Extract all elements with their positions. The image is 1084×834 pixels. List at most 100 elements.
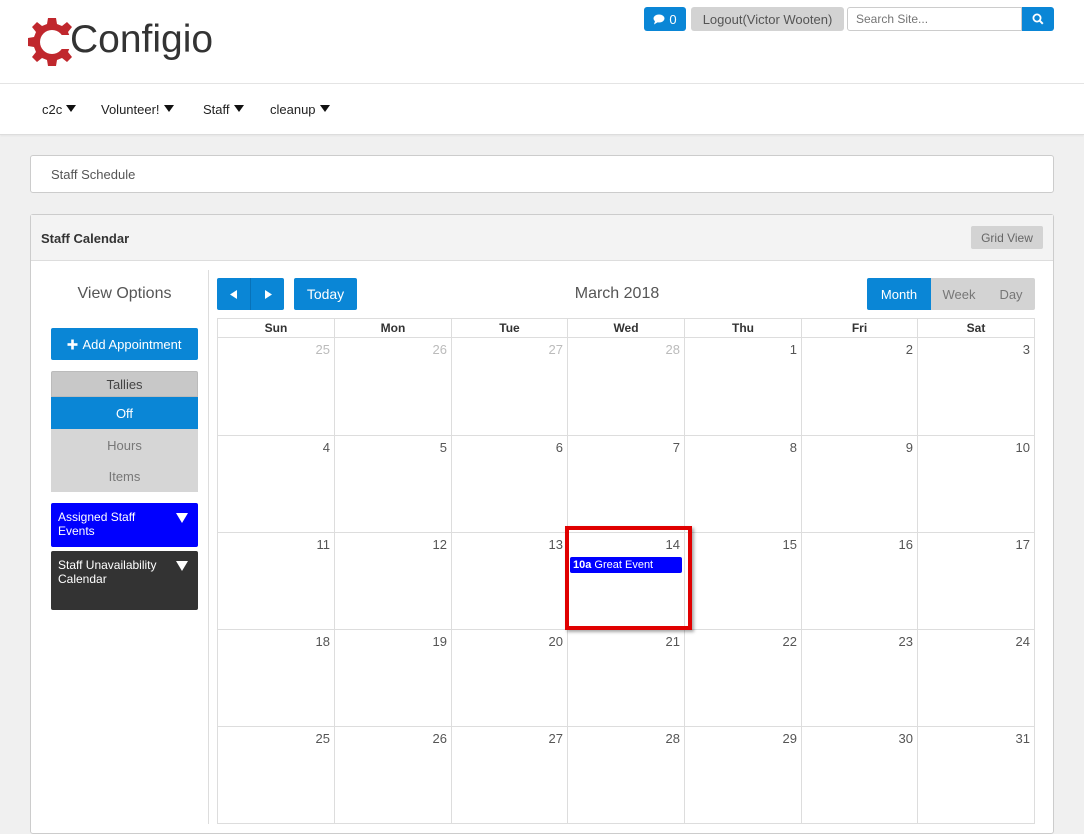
day-cell[interactable]: 1	[685, 338, 802, 436]
view-month-button[interactable]: Month	[867, 278, 931, 310]
day-number: 5	[439, 440, 447, 455]
legend-assigned-staff-events[interactable]: Assigned Staff Events	[51, 503, 198, 547]
day-number: 4	[322, 440, 330, 455]
messages-count: 0	[669, 11, 677, 27]
day-cell[interactable]: 9	[802, 436, 918, 533]
day-cell[interactable]: 3	[918, 338, 1035, 436]
day-number: 7	[672, 440, 680, 455]
weekday-header-sun: Sun	[218, 319, 335, 338]
day-cell[interactable]: 15	[685, 533, 802, 630]
view-day-button[interactable]: Day	[987, 278, 1035, 310]
day-number: 13	[548, 537, 563, 552]
caret-down-icon	[66, 105, 77, 112]
day-cell[interactable]: 18	[218, 630, 335, 727]
day-cell[interactable]: 6	[452, 436, 568, 533]
day-number: 31	[1015, 731, 1030, 746]
grid-view-button[interactable]: Grid View	[971, 226, 1043, 249]
day-cell[interactable]: 29	[685, 727, 802, 824]
legend-label: Assigned Staff Events	[58, 510, 136, 538]
day-cell[interactable]: 7	[568, 436, 685, 533]
today-button[interactable]: Today	[294, 278, 357, 310]
day-cell[interactable]: 25	[218, 338, 335, 436]
day-cell[interactable]: 11	[218, 533, 335, 630]
day-cell[interactable]: 21	[568, 630, 685, 727]
day-number: 25	[315, 342, 330, 357]
day-cell[interactable]: 8	[685, 436, 802, 533]
day-cell[interactable]: 24	[918, 630, 1035, 727]
day-cell[interactable]: 22	[685, 630, 802, 727]
plus-icon	[67, 339, 78, 349]
day-cell[interactable]: 10	[918, 436, 1035, 533]
triangle-down-icon	[176, 513, 188, 523]
next-month-button[interactable]	[251, 278, 284, 310]
day-number: 27	[548, 731, 563, 746]
breadcrumb: Staff Schedule	[30, 155, 1054, 193]
day-number: 24	[1015, 634, 1030, 649]
day-number: 25	[315, 731, 330, 746]
day-number: 22	[782, 634, 797, 649]
day-cell[interactable]: 30	[802, 727, 918, 824]
day-cell[interactable]: 28	[568, 727, 685, 824]
view-week-button[interactable]: Week	[931, 278, 987, 310]
day-cell[interactable]: 19	[335, 630, 452, 727]
logout-button[interactable]: Logout(Victor Wooten)	[691, 7, 844, 31]
day-cell[interactable]: 27	[452, 338, 568, 436]
nav-item-staff[interactable]: Staff	[203, 102, 244, 117]
triangle-down-icon	[176, 561, 188, 571]
day-cell[interactable]: 16	[802, 533, 918, 630]
day-cell[interactable]: 20	[452, 630, 568, 727]
day-cell[interactable]: 12	[335, 533, 452, 630]
weekday-header-sat: Sat	[918, 319, 1035, 338]
site-header: Configio 0 Logout(Victor Wooten)	[0, 0, 1084, 84]
legend-label: Staff Unavailability Calendar	[58, 558, 157, 586]
prev-month-button[interactable]	[217, 278, 250, 310]
nav-item-c2c[interactable]: c2c	[42, 102, 77, 117]
weekday-header-thu: Thu	[685, 319, 802, 338]
day-number: 27	[548, 342, 563, 357]
messages-button[interactable]: 0	[644, 7, 686, 31]
tally-option-hours[interactable]: Hours	[51, 429, 198, 461]
day-number: 9	[905, 440, 913, 455]
day-cell[interactable]: 25	[218, 727, 335, 824]
main-nav: c2c Volunteer! Staff cleanup	[0, 84, 1084, 135]
tally-option-off[interactable]: Off	[51, 397, 198, 429]
search-input[interactable]	[847, 7, 1022, 31]
day-cell[interactable]: 17	[918, 533, 1035, 630]
day-cell[interactable]: 26	[335, 338, 452, 436]
day-number: 8	[789, 440, 797, 455]
day-number: 28	[665, 342, 680, 357]
day-cell[interactable]: 13	[452, 533, 568, 630]
day-number: 20	[548, 634, 563, 649]
legend-staff-unavailability[interactable]: Staff Unavailability Calendar	[51, 551, 198, 610]
day-cell[interactable]: 5	[335, 436, 452, 533]
day-cell[interactable]: 28	[568, 338, 685, 436]
nav-item-label: Staff	[203, 102, 230, 117]
day-cell[interactable]: 4	[218, 436, 335, 533]
prev-next-group	[217, 278, 284, 310]
day-number: 3	[1022, 342, 1030, 357]
nav-item-volunteer[interactable]: Volunteer!	[101, 102, 174, 117]
day-cell[interactable]: 27	[452, 727, 568, 824]
day-cell[interactable]: 26	[335, 727, 452, 824]
nav-item-label: c2c	[42, 102, 63, 117]
search-icon	[1032, 13, 1044, 25]
day-number: 18	[315, 634, 330, 649]
day-number: 26	[432, 731, 447, 746]
day-number: 2	[905, 342, 913, 357]
comment-icon	[653, 14, 665, 24]
day-number: 1	[789, 342, 797, 357]
configio-logo[interactable]: Configio	[28, 14, 213, 70]
day-number: 11	[316, 537, 331, 552]
day-cell[interactable]: 31	[918, 727, 1035, 824]
day-number: 30	[898, 731, 913, 746]
tally-option-items[interactable]: Items	[51, 461, 198, 492]
day-number: 28	[665, 731, 680, 746]
arrow-left-icon	[229, 289, 237, 299]
add-appointment-button[interactable]: Add Appointment	[51, 328, 198, 360]
weekday-header-tue: Tue	[452, 319, 568, 338]
nav-item-cleanup[interactable]: cleanup	[270, 102, 330, 117]
day-cell[interactable]: 23	[802, 630, 918, 727]
gear-logo-icon	[28, 18, 74, 66]
search-button[interactable]	[1022, 7, 1054, 31]
day-cell[interactable]: 2	[802, 338, 918, 436]
